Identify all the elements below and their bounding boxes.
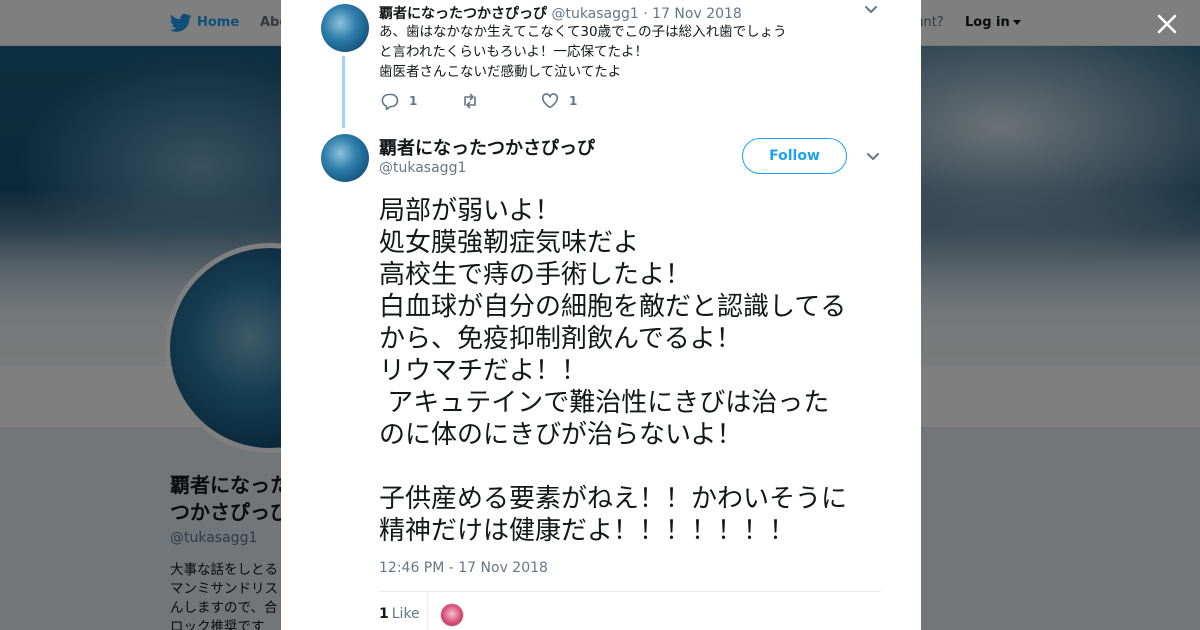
parent-tweet-text: あ、歯はなかなか生えてこなくて30歳でこの子は総入れ歯でしょう と言われたくらい… [379, 22, 849, 82]
parent-tweet-avatar[interactable] [321, 4, 369, 52]
retweet-button[interactable] [461, 92, 489, 110]
like-stat-count: 1 [379, 606, 389, 622]
parent-tweet-line: と言われたくらいもろいよ！一応保てたよ！ [379, 44, 649, 60]
main-tweet-line: のに体のにきびが治らないよ！ [379, 420, 743, 450]
liker-avatar[interactable] [440, 603, 464, 627]
main-tweet-line: 子供産める要素がねえ！！かわいそうに [379, 484, 848, 514]
main-tweet-line: 高校生で痔の手術したよ！ [379, 260, 692, 290]
main-tweet-line: 処女膜強靭症気味だよ [379, 228, 640, 258]
parent-tweet-line: あ、歯はなかなか生えてこなくて30歳でこの子は総入れ歯でしょう [379, 24, 787, 40]
chevron-down-icon[interactable] [866, 152, 880, 162]
chevron-down-icon[interactable] [864, 5, 878, 15]
follow-button[interactable]: Follow [742, 138, 847, 174]
main-tweet-line: 局部が弱いよ！ [379, 196, 561, 226]
parent-tweet-date[interactable]: 17 Nov 2018 [652, 6, 742, 22]
like-stat[interactable]: 1 Like [379, 606, 420, 622]
like-stat-label: Like [391, 606, 420, 622]
reply-icon [381, 93, 399, 110]
parent-tweet-author-name[interactable]: 覇者になったつかさぴっぴ [379, 6, 547, 22]
retweet-icon [464, 93, 476, 109]
reply-button[interactable]: 1 [381, 92, 417, 110]
main-tweet-text: 局部が弱いよ！ 処女膜強靭症気味だよ 高校生で痔の手術したよ！ 白血球が自分の細… [379, 195, 899, 547]
close-icon[interactable] [1154, 11, 1180, 37]
main-tweet-line: リウマチだよ！！ [379, 356, 588, 386]
main-tweet-line: アキュテインで難治性にきびは治った [379, 388, 830, 418]
thread-connector-line [342, 56, 345, 128]
stats-separator [427, 592, 428, 630]
reply-count: 1 [409, 94, 418, 108]
main-tweet-author-handle[interactable]: @tukasagg1 [379, 160, 466, 176]
tweet-timestamp[interactable]: 12:46 PM - 17 Nov 2018 [379, 560, 548, 576]
stats-divider [379, 591, 881, 592]
tweet-modal: 覇者になったつかさぴっぴ @tukasagg1 · 17 Nov 2018 あ、… [281, 0, 921, 630]
parent-tweet-line: 歯医者さんこないだ感動して泣いてたよ [379, 64, 622, 80]
main-tweet-line: から、免疫抑制剤飲んでるよ！ [379, 324, 742, 354]
parent-tweet-author-handle[interactable]: @tukasagg1 [551, 6, 638, 22]
parent-tweet-header: 覇者になったつかさぴっぴ @tukasagg1 · 17 Nov 2018 [379, 3, 742, 23]
main-tweet-line [379, 451, 899, 483]
like-count: 1 [569, 94, 578, 108]
parent-tweet-actions: 1 1 [381, 92, 681, 112]
main-tweet-author-name[interactable]: 覇者になったつかさぴっぴ [379, 134, 595, 160]
main-tweet-avatar[interactable] [321, 134, 369, 182]
header-separator: · [643, 6, 648, 22]
heart-icon [541, 93, 559, 109]
main-tweet-line: 精神だけは健康だよ！！！！！！！ [379, 516, 796, 546]
main-tweet-line: 白血球が自分の細胞を敵だと認識してる [379, 292, 847, 322]
like-button[interactable]: 1 [541, 92, 577, 110]
